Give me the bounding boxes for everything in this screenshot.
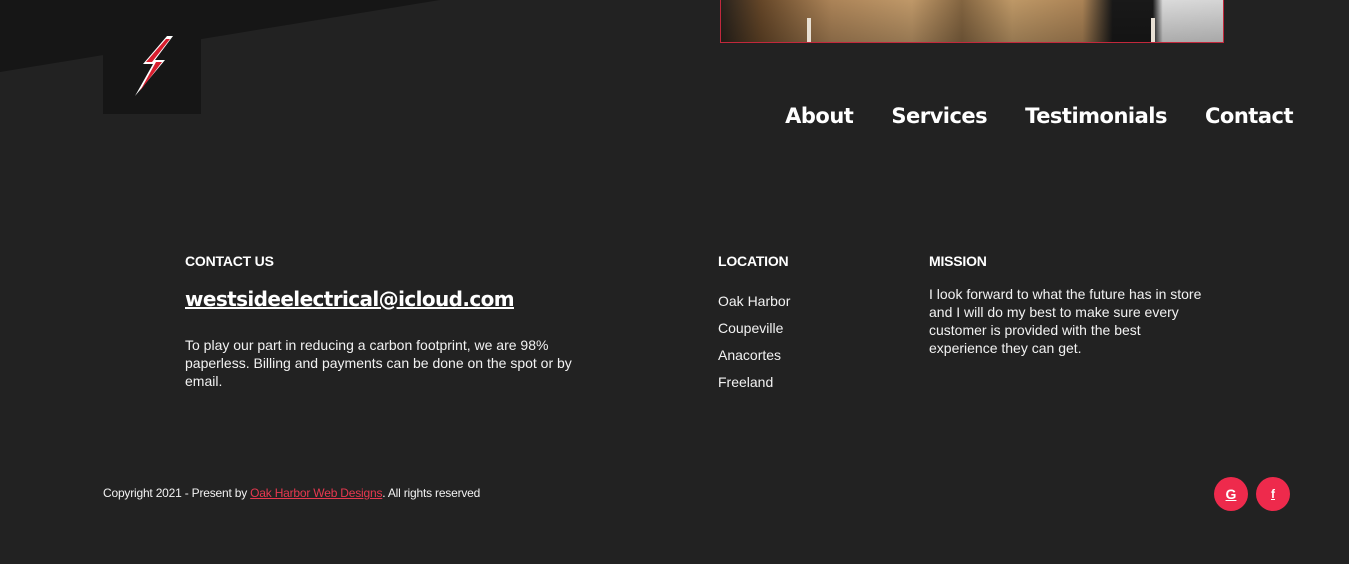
hero-image: [720, 0, 1224, 43]
google-icon: G: [1225, 486, 1237, 502]
nav-about[interactable]: About: [785, 104, 854, 128]
copyright-prefix: Copyright 2021 - Present by: [103, 486, 251, 500]
lightning-bolt-icon: [135, 36, 173, 96]
nav-services[interactable]: Services: [891, 104, 987, 128]
site-logo[interactable]: [103, 0, 201, 114]
location-list: Oak Harbor Coupeville Anacortes Freeland: [718, 288, 790, 396]
location-item: Freeland: [718, 374, 774, 390]
mission-title: MISSION: [929, 253, 987, 269]
google-button[interactable]: G: [1214, 477, 1248, 511]
copyright: Copyright 2021 - Present by Oak Harbor W…: [103, 486, 480, 500]
nav-testimonials[interactable]: Testimonials: [1025, 104, 1167, 128]
facebook-icon: f: [1271, 487, 1275, 501]
nav-contact[interactable]: Contact: [1205, 104, 1294, 128]
location-item: Oak Harbor: [718, 293, 791, 309]
main-nav: About Services Testimonials Contact: [785, 104, 1293, 128]
mission-text: I look forward to what the future has in…: [929, 286, 1202, 356]
location-item: Anacortes: [718, 347, 782, 363]
location-item: Coupeville: [718, 320, 784, 336]
facebook-button[interactable]: f: [1256, 477, 1290, 511]
location-title: LOCATION: [718, 253, 789, 269]
contact-email-link[interactable]: westsideelectrical@icloud.com: [185, 287, 515, 311]
copyright-suffix: . All rights reserved: [382, 486, 481, 500]
web-designer-link[interactable]: Oak Harbor Web Designs: [250, 486, 382, 500]
paperless-text: To play our part in reducing a carbon fo…: [185, 337, 572, 389]
contact-us-title: CONTACT US: [185, 253, 274, 269]
